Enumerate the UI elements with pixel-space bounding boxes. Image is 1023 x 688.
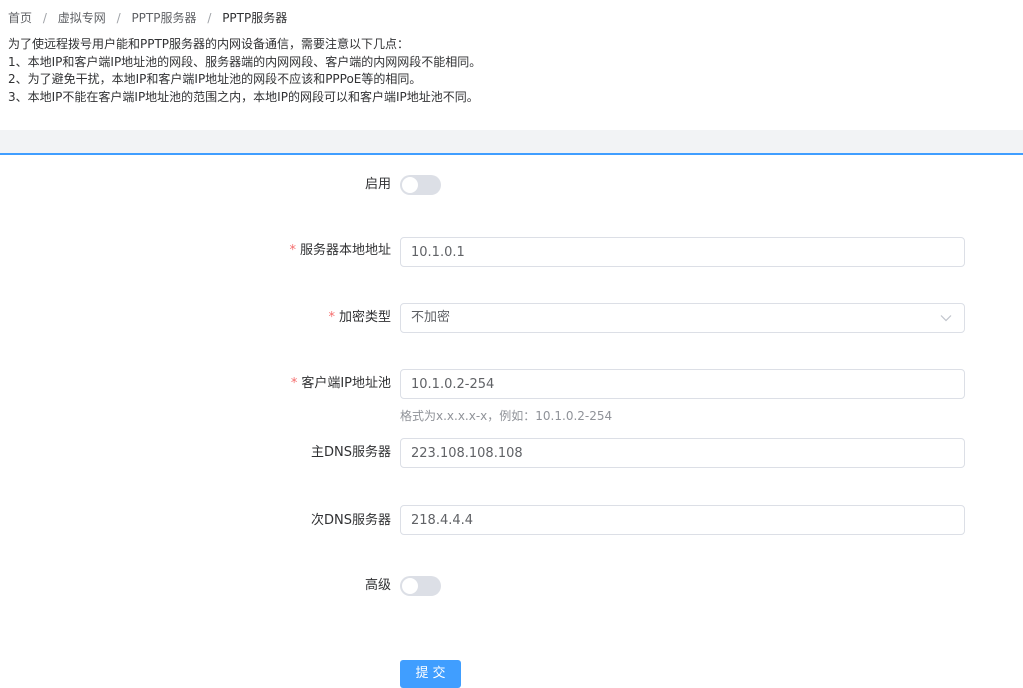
enable-label: 启用 bbox=[364, 177, 391, 192]
encryption-selected-value: 不加密 bbox=[411, 310, 451, 325]
section-divider bbox=[0, 153, 1023, 155]
encryption-label: * 加密类型 bbox=[328, 310, 391, 325]
breadcrumb-separator: / bbox=[42, 11, 47, 25]
enable-switch[interactable] bbox=[400, 175, 441, 195]
required-mark: * bbox=[289, 243, 296, 258]
primary-dns-label: 主DNS服务器 bbox=[311, 445, 391, 460]
switch-knob bbox=[402, 578, 418, 594]
secondary-dns-input[interactable] bbox=[400, 505, 965, 535]
client-ip-pool-input[interactable] bbox=[400, 369, 965, 399]
required-mark: * bbox=[328, 310, 335, 325]
encryption-select[interactable]: 不加密 bbox=[400, 303, 965, 333]
secondary-dns-label: 次DNS服务器 bbox=[311, 513, 391, 528]
chevron-down-icon bbox=[940, 315, 952, 322]
breadcrumb-separator: / bbox=[116, 11, 121, 25]
primary-dns-input[interactable] bbox=[400, 438, 965, 468]
submit-button[interactable]: 提交 bbox=[400, 660, 461, 688]
client-ip-pool-label: * 客户端IP地址池 bbox=[290, 376, 391, 391]
note-item: 2、为了避免干扰，本地IP和客户端IP地址池的网段不应该和PPPoE等的相同。 bbox=[8, 72, 422, 86]
client-ip-pool-hint: 格式为x.x.x.x-x，例如：10.1.0.2-254 bbox=[400, 409, 613, 423]
breadcrumb-current: PPTP服务器 bbox=[222, 11, 288, 25]
server-local-ip-input[interactable] bbox=[400, 237, 965, 267]
breadcrumb-pptp-server[interactable]: PPTP服务器 bbox=[131, 11, 196, 25]
breadcrumb-vpn[interactable]: 虚拟专网 bbox=[58, 11, 106, 25]
advanced-label: 高级 bbox=[364, 578, 391, 593]
breadcrumb: 首页 / 虚拟专网 / PPTP服务器 / PPTP服务器 bbox=[8, 9, 287, 27]
note-item: 1、本地IP和客户端IP地址池的网段、服务器端的内网网段、客户端的内网网段不能相… bbox=[8, 54, 482, 69]
notes-panel: 为了使远程拨号用户能和PPTP服务器的内网设备通信，需要注意以下几点： 1、本地… bbox=[8, 36, 481, 106]
notes-intro: 为了使远程拨号用户能和PPTP服务器的内网设备通信，需要注意以下几点： bbox=[8, 37, 410, 51]
breadcrumb-home[interactable]: 首页 bbox=[8, 11, 32, 25]
required-mark: * bbox=[290, 376, 298, 391]
section-header-band bbox=[0, 130, 1023, 153]
advanced-switch[interactable] bbox=[400, 576, 441, 596]
breadcrumb-separator: / bbox=[207, 11, 212, 25]
note-item: 3、本地IP不能在客户端IP地址池的范围之内，本地IP的网段可以和客户端IP地址… bbox=[8, 89, 479, 104]
server-local-ip-label: * 服务器本地地址 bbox=[289, 243, 391, 258]
switch-knob bbox=[402, 177, 418, 193]
